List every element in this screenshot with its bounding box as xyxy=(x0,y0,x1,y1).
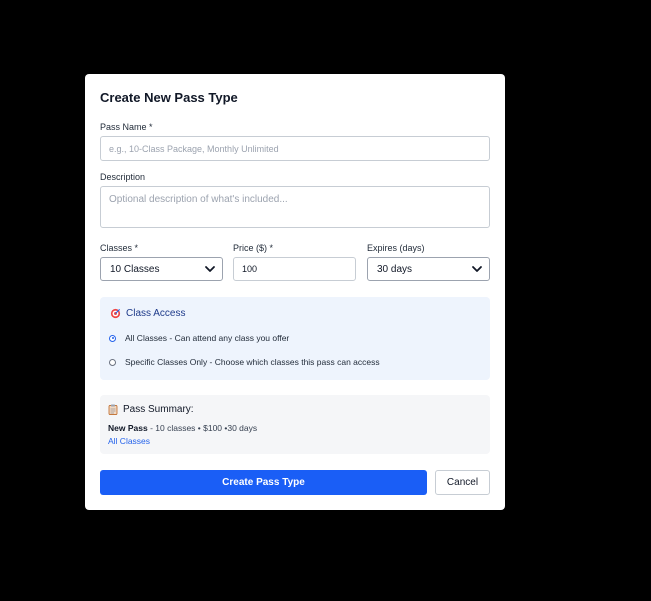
pass-summary-panel: Pass Summary: New Pass - 10 classes • $1… xyxy=(100,395,490,454)
pass-summary-details: New Pass - 10 classes • $100 •30 days xyxy=(108,423,257,433)
clipboard-icon xyxy=(108,404,118,415)
radio-specific-classes[interactable]: Specific Classes Only - Choose which cla… xyxy=(109,357,380,367)
chevron-down-icon xyxy=(472,266,482,272)
target-icon xyxy=(110,308,121,319)
class-access-heading: Class Access xyxy=(126,308,186,319)
description-textarea[interactable] xyxy=(100,186,490,228)
price-label: Price ($) * xyxy=(233,243,274,253)
create-pass-type-button[interactable]: Create Pass Type xyxy=(100,470,427,495)
description-label: Description xyxy=(100,172,146,182)
expires-label: Expires (days) xyxy=(367,243,425,253)
chevron-down-icon xyxy=(205,266,215,272)
expires-select[interactable]: 30 days xyxy=(367,257,490,281)
classes-selected-value: 10 Classes xyxy=(110,263,160,275)
classes-label: Classes * xyxy=(100,243,139,253)
class-access-panel: Class Access All Classes - Can attend an… xyxy=(100,297,490,380)
expires-selected-value: 30 days xyxy=(377,263,413,275)
cancel-button[interactable]: Cancel xyxy=(435,470,490,495)
pass-summary-heading: Pass Summary: xyxy=(123,404,194,415)
radio-all-classes[interactable]: All Classes - Can attend any class you o… xyxy=(109,333,289,343)
radio-button[interactable] xyxy=(109,358,116,366)
pass-summary-access: All Classes xyxy=(108,436,151,446)
create-pass-type-dialog: Create New Pass Type Pass Name * Descrip… xyxy=(85,74,505,510)
pass-summary-info: - 10 classes • $100 •30 days xyxy=(147,423,258,433)
price-input[interactable] xyxy=(233,257,356,281)
pass-summary-name: New Pass xyxy=(108,423,148,433)
radio-button-selected[interactable] xyxy=(109,334,116,342)
pass-name-label: Pass Name * xyxy=(100,122,153,132)
class-access-header: Class Access xyxy=(110,308,185,319)
dialog-title: Create New Pass Type xyxy=(100,90,238,105)
pass-summary-header: Pass Summary: xyxy=(108,404,194,415)
radio-specific-classes-label: Specific Classes Only - Choose which cla… xyxy=(125,357,380,367)
pass-name-input[interactable] xyxy=(100,136,490,161)
classes-select[interactable]: 10 Classes xyxy=(100,257,223,281)
radio-all-classes-label: All Classes - Can attend any class you o… xyxy=(125,333,290,343)
